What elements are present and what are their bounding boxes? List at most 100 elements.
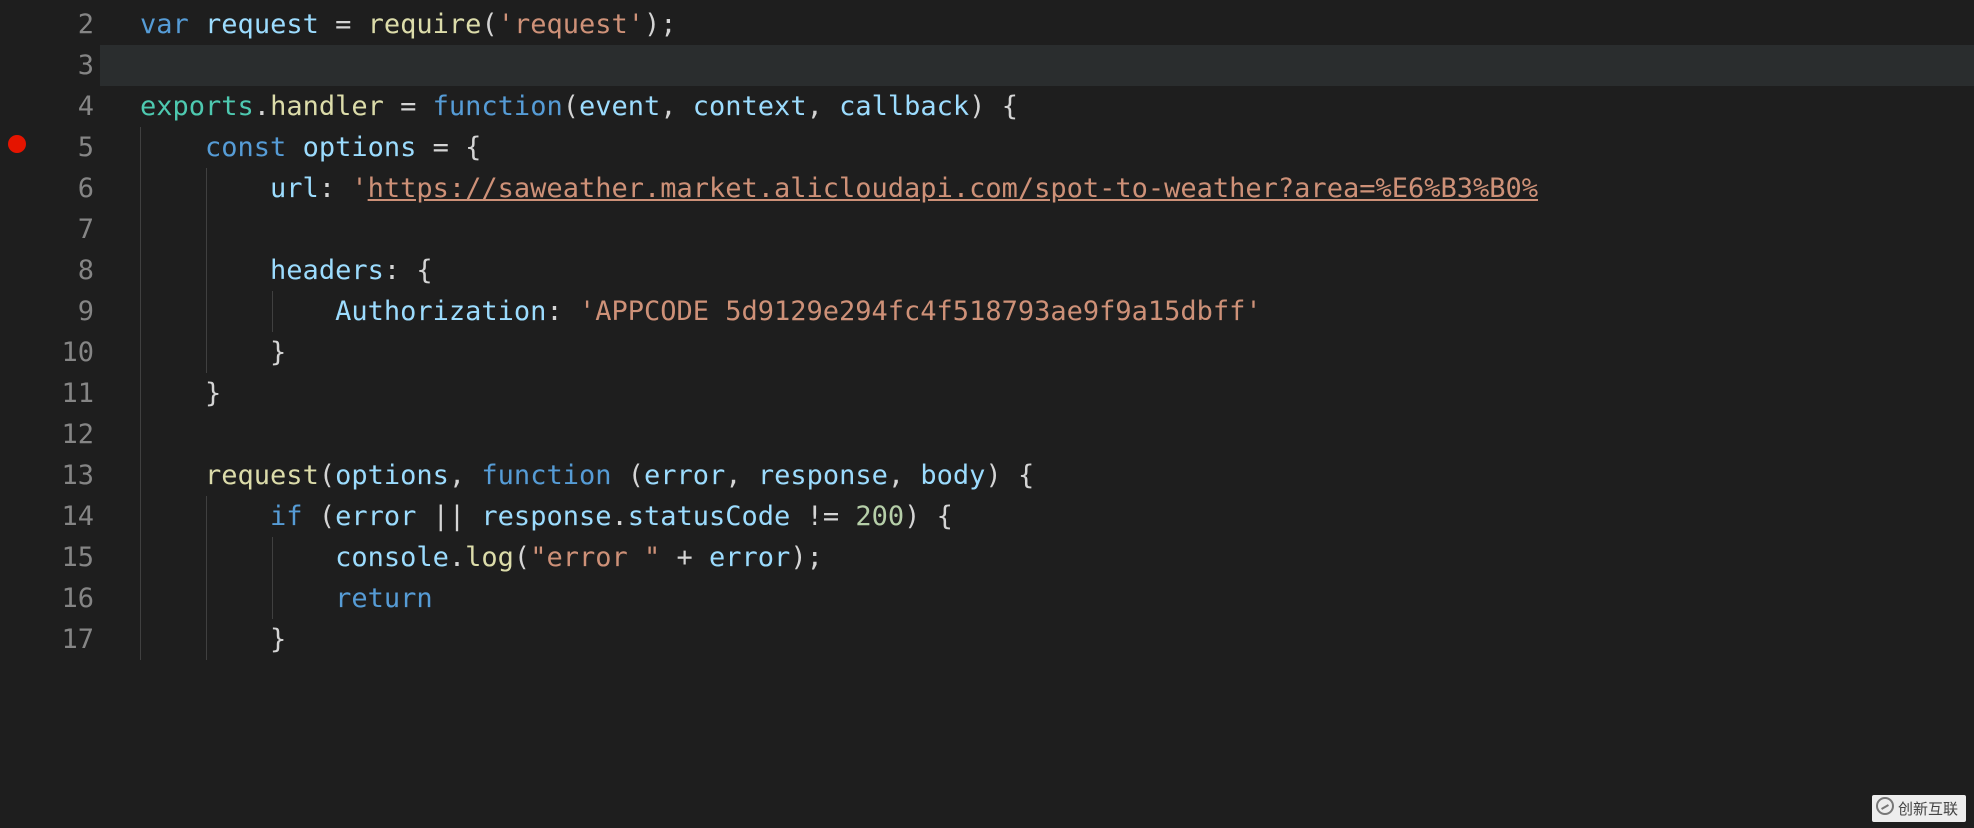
- token-punct: .: [611, 501, 627, 532]
- token-space: [465, 501, 481, 532]
- indent: [140, 132, 205, 163]
- token-variable: options: [303, 132, 417, 163]
- token-punct: :: [546, 296, 562, 327]
- token-func: log: [465, 542, 514, 573]
- code-line[interactable]: var request = require('request');...: [140, 4, 1974, 45]
- token-operator: ||: [433, 501, 466, 532]
- token-paren: (: [514, 542, 530, 573]
- token-space: [1002, 460, 1018, 491]
- code-line-current[interactable]: [100, 45, 1974, 86]
- token-brace: }: [270, 337, 286, 368]
- token-param: response: [758, 460, 888, 491]
- token-punct: ,: [449, 460, 465, 491]
- token-punct: ;: [660, 9, 676, 40]
- code-line[interactable]: const options = {: [140, 127, 1974, 168]
- indent: [140, 583, 335, 614]
- token-variable: response: [481, 501, 611, 532]
- token-keyword: function: [481, 460, 611, 491]
- code-line[interactable]: [140, 414, 1974, 455]
- token-brace: {: [1002, 91, 1018, 122]
- token-keyword: var: [140, 9, 189, 40]
- code-line[interactable]: }: [140, 619, 1974, 660]
- token-paren: (: [319, 501, 335, 532]
- token-space: [660, 542, 676, 573]
- line-number: 13: [0, 455, 100, 496]
- token-prop: headers: [270, 255, 384, 286]
- token-string: 'APPCODE 5d9129e294fc4f518793ae9f9a15dbf…: [579, 296, 1262, 327]
- line-number: 3: [0, 45, 100, 86]
- token-space: [985, 91, 1001, 122]
- token-punct: ;: [807, 542, 823, 573]
- code-line[interactable]: if (error || response.statusCode != 200)…: [140, 496, 1974, 537]
- token-space: [611, 460, 627, 491]
- token-space: [790, 501, 806, 532]
- code-line[interactable]: }: [140, 373, 1974, 414]
- code-line[interactable]: headers: {: [140, 250, 1974, 291]
- token-module: console: [335, 542, 449, 573]
- line-number: 2: [0, 4, 100, 45]
- code-editor[interactable]: 2 3 4 5 6 7 8 9 10 11 12 13 14 15 16 17 …: [0, 0, 1974, 828]
- token-string: 'request': [498, 9, 644, 40]
- line-number: 4: [0, 86, 100, 127]
- code-line[interactable]: }: [140, 332, 1974, 373]
- token-space: [920, 501, 936, 532]
- token-paren: ): [969, 91, 985, 122]
- indent: [140, 378, 205, 409]
- code-line[interactable]: request(options, function (error, respon…: [140, 455, 1974, 496]
- token-brace: }: [270, 624, 286, 655]
- token-paren: ): [790, 542, 806, 573]
- token-arg: options: [335, 460, 449, 491]
- token-space: [384, 91, 400, 122]
- token-prop: handler: [270, 91, 384, 122]
- line-number: 17: [0, 619, 100, 660]
- token-keyword: return: [335, 583, 433, 614]
- token-prop: Authorization: [335, 296, 546, 327]
- token-func: request: [205, 460, 319, 491]
- token-brace: }: [205, 378, 221, 409]
- watermark-badge: 创新互联: [1872, 795, 1966, 822]
- token-operator: =: [400, 91, 416, 122]
- code-area[interactable]: var request = require('request');... exp…: [100, 0, 1974, 828]
- token-operator: !=: [807, 501, 840, 532]
- token-operator: =: [433, 132, 449, 163]
- token-param: body: [920, 460, 985, 491]
- token-url-string[interactable]: https://saweather.market.alicloudapi.com…: [368, 173, 1538, 204]
- token-number: 200: [855, 501, 904, 532]
- token-space: [839, 501, 855, 532]
- line-number: 12: [0, 414, 100, 455]
- line-numbers: 2 3 4 5 6 7 8 9 10 11 12 13 14 15 16 17: [0, 0, 100, 660]
- watermark-icon: [1876, 797, 1894, 815]
- code-line[interactable]: return: [140, 578, 1974, 619]
- indent: [140, 542, 335, 573]
- watermark-text: 创新互联: [1898, 801, 1958, 818]
- code-line[interactable]: [140, 209, 1974, 250]
- token-param: callback: [839, 91, 969, 122]
- token-prop: url: [270, 173, 319, 204]
- token-punct: ,: [660, 91, 676, 122]
- token-space: [319, 9, 335, 40]
- code-line[interactable]: url: 'https://saweather.market.aliclouda…: [140, 168, 1974, 209]
- token-punct: .: [449, 542, 465, 573]
- token-space: [449, 132, 465, 163]
- code-line[interactable]: console.log("error " + error);: [140, 537, 1974, 578]
- token-space: [416, 501, 432, 532]
- token-space: [303, 501, 319, 532]
- line-number: 11: [0, 373, 100, 414]
- token-keyword: function: [433, 91, 563, 122]
- token-module: exports: [140, 91, 254, 122]
- token-string: ': [351, 173, 367, 204]
- line-number: 7: [0, 209, 100, 250]
- token-punct: :: [384, 255, 400, 286]
- token-space: [400, 255, 416, 286]
- token-paren: (: [563, 91, 579, 122]
- line-number: 10: [0, 332, 100, 373]
- token-punct: ,: [807, 91, 823, 122]
- gutter[interactable]: 2 3 4 5 6 7 8 9 10 11 12 13 14 15 16 17: [0, 0, 100, 828]
- token-paren: ): [644, 9, 660, 40]
- breakpoint-marker[interactable]: [8, 135, 26, 153]
- token-paren: (: [628, 460, 644, 491]
- code-line[interactable]: exports.handler = function(event, contex…: [140, 86, 1974, 127]
- token-space: [823, 91, 839, 122]
- token-space: [465, 460, 481, 491]
- code-line[interactable]: Authorization: 'APPCODE 5d9129e294fc4f51…: [140, 291, 1974, 332]
